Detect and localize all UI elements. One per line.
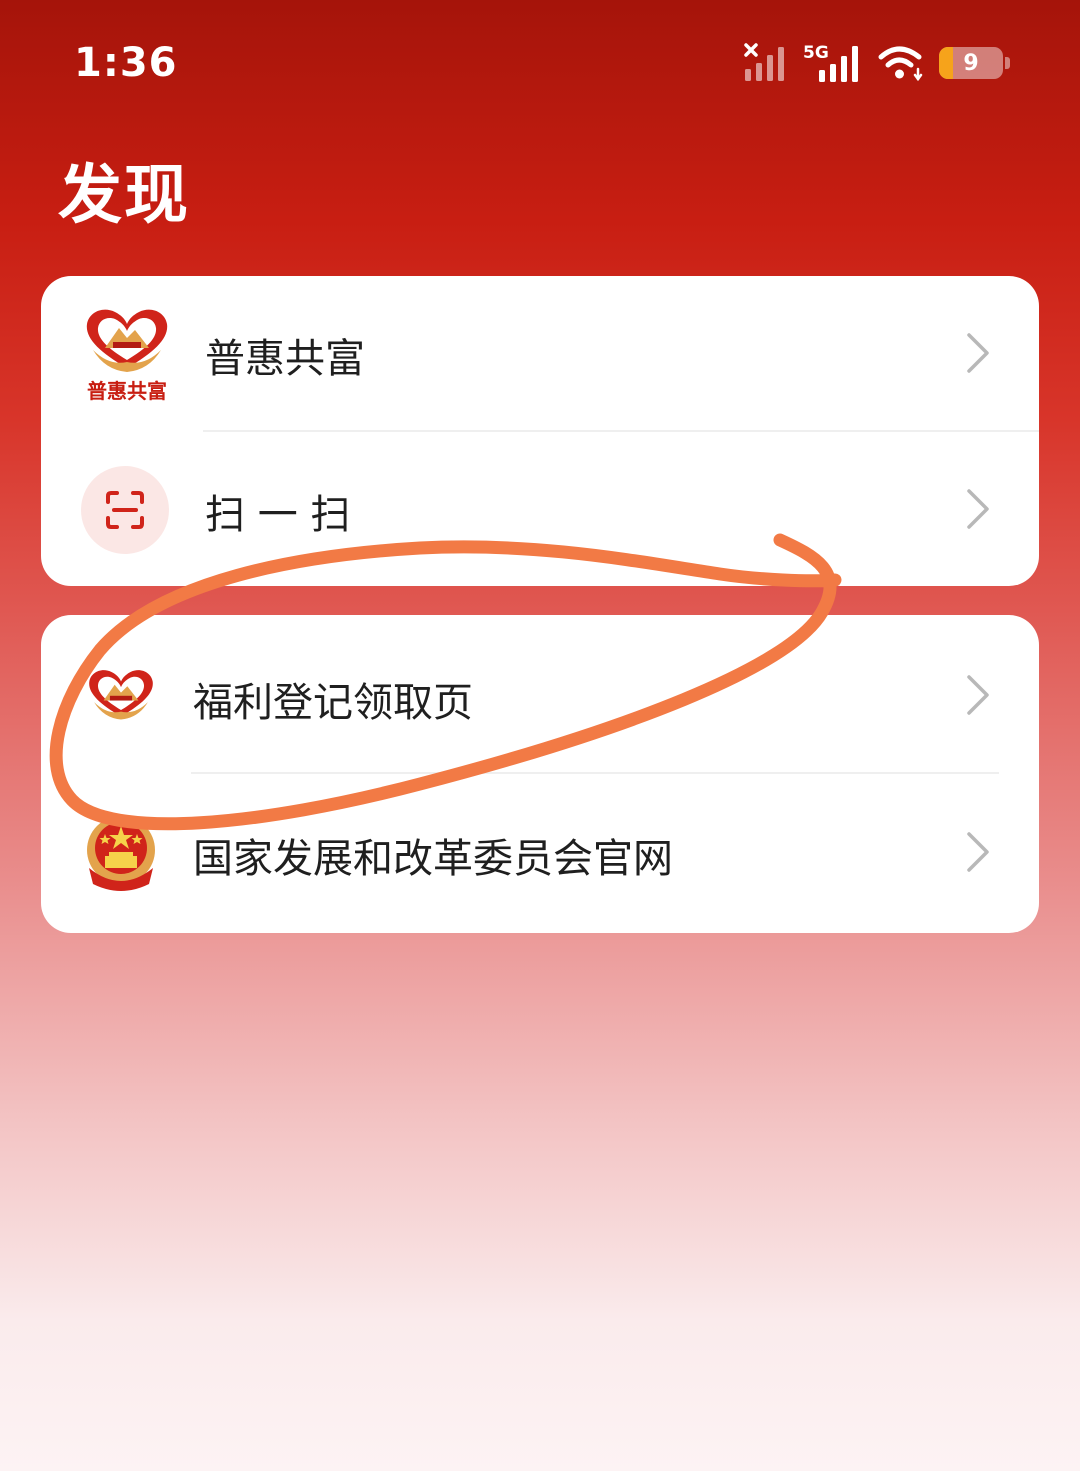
scan-badge [81, 466, 169, 554]
chevron-right-icon [967, 333, 989, 373]
menu-item-puhui-gongfu[interactable]: 普惠共富 普惠共富 [41, 276, 1039, 431]
signal-no-service-icon [744, 43, 784, 81]
battery-level: 9 [963, 50, 979, 76]
status-time: 1:36 [74, 40, 178, 86]
network-type-label: 5G [803, 43, 829, 63]
heart-logo-icon: 普惠共富 [86, 309, 168, 403]
battery-fill [939, 47, 953, 79]
logo-text: 普惠共富 [87, 379, 167, 403]
chevron-right-icon [967, 675, 989, 715]
heart-logo-icon [89, 670, 153, 720]
chevron-right-icon [967, 489, 989, 529]
battery-icon: 9 [939, 47, 1003, 79]
page-title: 发现 [58, 159, 190, 233]
menu-item-label: 国家发展和改革委员会官网 [193, 836, 673, 882]
menu-card-2: 福利登记领取页 国家发展和改革委员会官网 [41, 615, 1039, 933]
wifi-icon [878, 46, 923, 82]
status-bar: 1:36 5G 9 [0, 0, 1080, 130]
menu-item-welfare-registration[interactable]: 福利登记领取页 [41, 615, 1039, 773]
battery-tip [1005, 57, 1010, 69]
scan-icon [106, 491, 144, 529]
chevron-right-icon [967, 832, 989, 872]
menu-item-label: 福利登记领取页 [193, 680, 473, 726]
menu-item-label: 扫 一 扫 [205, 492, 351, 538]
signal-5g-icon: 5G [803, 43, 858, 82]
menu-item-ndrc-website[interactable]: 国家发展和改革委员会官网 [41, 774, 1039, 933]
menu-item-scan[interactable]: 扫 一 扫 [41, 432, 1039, 586]
status-icons: 5G 9 [743, 40, 1010, 86]
menu-item-label: 普惠共富 [205, 336, 365, 382]
menu-card-1: 普惠共富 普惠共富 扫 一 扫 [41, 276, 1039, 586]
national-emblem-icon [87, 816, 155, 891]
